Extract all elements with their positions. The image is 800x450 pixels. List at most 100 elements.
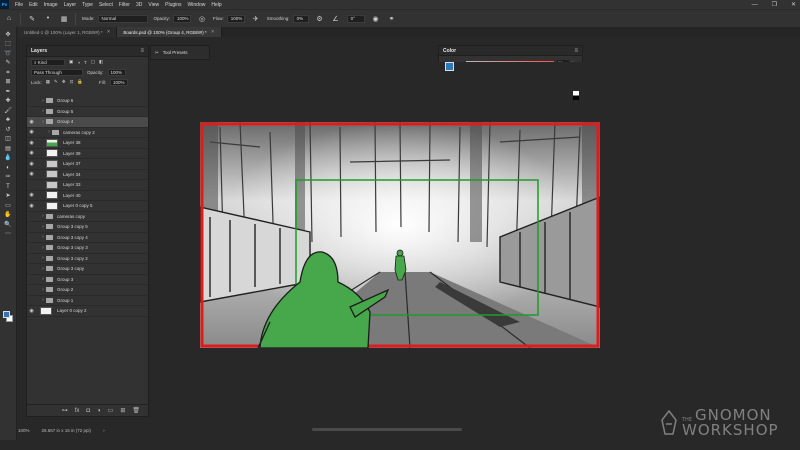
- pressure-opacity-icon[interactable]: ◎: [197, 14, 207, 24]
- layer-row[interactable]: ◉ Layer 37: [27, 159, 148, 170]
- tool-presets-panel[interactable]: ✂ Tool Presets: [150, 45, 210, 60]
- maximize-button[interactable]: ❐: [772, 1, 777, 8]
- new-layer-icon[interactable]: ⊞: [120, 407, 125, 414]
- filter-smart-icon[interactable]: ◧: [99, 59, 103, 65]
- gradient-icon[interactable]: ▤: [3, 145, 13, 153]
- filter-adjust-icon[interactable]: ◑: [77, 60, 80, 65]
- healing-icon[interactable]: ✚: [3, 97, 13, 105]
- pressure-size-icon[interactable]: ◉: [371, 14, 381, 24]
- new-group-icon[interactable]: ▭: [108, 407, 114, 414]
- rectangle-icon[interactable]: ▭: [3, 202, 13, 210]
- close-icon[interactable]: ✕: [107, 29, 111, 35]
- visibility-eye-icon[interactable]: ◉: [27, 203, 36, 209]
- menu-plugins[interactable]: Plugins: [165, 2, 181, 8]
- blur-icon[interactable]: 💧: [3, 154, 13, 162]
- layer-group-row[interactable]: › Group 3 copy 5: [27, 222, 148, 233]
- close-button[interactable]: ✕: [791, 1, 796, 8]
- dodge-icon[interactable]: ◐: [3, 164, 13, 172]
- menu-view[interactable]: View: [148, 2, 159, 8]
- layer-group-row[interactable]: › Group 3 copy 4: [27, 233, 148, 243]
- visibility-eye-icon[interactable]: ◉: [27, 119, 36, 125]
- visibility-eye-icon[interactable]: ◉: [27, 308, 36, 314]
- quick-select-icon[interactable]: ✎: [3, 59, 13, 67]
- menu-layer[interactable]: Layer: [64, 2, 77, 8]
- visibility-eye-icon[interactable]: ◉: [27, 140, 36, 146]
- move-icon[interactable]: ✥: [3, 31, 13, 39]
- adjustment-icon[interactable]: ◑: [97, 408, 101, 414]
- path-select-icon[interactable]: ➤: [3, 192, 13, 200]
- menu-window[interactable]: Window: [188, 2, 206, 8]
- panel-menu-icon[interactable]: ≡: [140, 48, 144, 54]
- brush-preset-icon[interactable]: ✎: [27, 14, 37, 24]
- filter-kind-select[interactable]: ⌕ Kind: [31, 58, 65, 66]
- stamp-icon[interactable]: ♣: [3, 116, 13, 124]
- layers-tab[interactable]: Layers: [31, 48, 47, 54]
- pen-icon[interactable]: ✑: [3, 173, 13, 181]
- layer-row[interactable]: ◉ Layer 39: [27, 149, 148, 159]
- layer-row[interactable]: ◉ Layer 40: [27, 191, 148, 201]
- menu-3d[interactable]: 3D: [136, 2, 142, 8]
- menu-image[interactable]: Image: [44, 2, 58, 8]
- tab-untitled-1[interactable]: Untitled-1 @ 100% (Layer 1, RGB/8#) * ✕: [18, 27, 118, 37]
- layer-group-row[interactable]: › Group 2: [27, 285, 148, 296]
- visibility-eye-icon[interactable]: ◉: [27, 171, 36, 177]
- foreground-color-chip[interactable]: [445, 62, 454, 71]
- zoom-level[interactable]: 100%: [18, 428, 30, 433]
- layer-row[interactable]: ◉ Layer 38: [27, 138, 148, 149]
- layer-group-row[interactable]: › Group 1: [27, 296, 148, 306]
- brush-size-icon[interactable]: •: [43, 14, 53, 24]
- menu-help[interactable]: Help: [211, 2, 221, 8]
- eraser-icon[interactable]: ◫: [3, 135, 13, 143]
- frame-icon[interactable]: ⊠: [3, 78, 13, 86]
- layer-group-row[interactable]: › Group 6: [27, 96, 148, 107]
- symmetry-icon[interactable]: ⚭: [387, 14, 397, 24]
- blend-mode-select[interactable]: Pass Through: [31, 68, 83, 76]
- fx-icon[interactable]: fx: [75, 408, 80, 414]
- tab-boards[interactable]: Boards.psd @ 100% (Group 4, RGB/8#) * ✕: [117, 27, 222, 37]
- brush-settings-icon[interactable]: ▦: [59, 14, 69, 24]
- lock-artboard-icon[interactable]: ⊡: [70, 79, 74, 85]
- menu-edit[interactable]: Edit: [29, 2, 38, 8]
- smoothing-field[interactable]: 0%: [292, 14, 309, 23]
- layer-group-row[interactable]: ◉ › cameras copy 2: [27, 128, 148, 138]
- status-arrow-icon[interactable]: ›: [103, 428, 105, 433]
- fill-field[interactable]: 100%: [109, 78, 128, 86]
- layer-group-row[interactable]: › Group 5: [27, 107, 148, 117]
- lasso-icon[interactable]: ➰: [3, 50, 13, 58]
- brush-icon[interactable]: 🖌: [3, 107, 13, 115]
- home-icon[interactable]: ⌂: [4, 14, 14, 24]
- canvas[interactable]: [199, 121, 601, 349]
- visibility-eye-icon[interactable]: ◉: [27, 161, 36, 167]
- opacity-field[interactable]: 100%: [173, 14, 192, 23]
- lock-paint-icon[interactable]: ✎: [54, 79, 58, 85]
- type-icon[interactable]: T: [3, 183, 13, 191]
- visibility-eye-icon[interactable]: ◉: [27, 129, 36, 135]
- close-icon[interactable]: ✕: [211, 29, 215, 35]
- menu-select[interactable]: Select: [99, 2, 113, 8]
- panel-menu-icon[interactable]: ≡: [574, 48, 578, 54]
- lock-all-icon[interactable]: 🔒: [77, 79, 83, 85]
- layer-row[interactable]: ◉ Layer 34: [27, 170, 148, 180]
- minimize-button[interactable]: —: [752, 2, 758, 8]
- opacity-field[interactable]: 100%: [107, 68, 126, 76]
- angle-field[interactable]: 0°: [346, 14, 365, 23]
- layer-group-row[interactable]: ◉ › Group 4: [27, 117, 148, 128]
- visibility-eye-icon[interactable]: ◉: [27, 192, 36, 198]
- angle-icon[interactable]: ∠: [331, 14, 341, 24]
- color-tab[interactable]: Color: [443, 48, 456, 54]
- hand-icon[interactable]: ✋: [3, 211, 13, 219]
- trash-icon[interactable]: 🗑: [132, 407, 140, 414]
- visibility-eye-icon[interactable]: ◉: [27, 150, 36, 156]
- menu-type[interactable]: Type: [82, 2, 93, 8]
- eyedropper-icon[interactable]: ✒: [3, 88, 13, 96]
- layer-group-row[interactable]: › Group 3 copy 3: [27, 243, 148, 254]
- layer-row[interactable]: Layer 33: [27, 180, 148, 191]
- more-icon[interactable]: ⋯: [3, 230, 13, 238]
- link-icon[interactable]: ⊶: [62, 407, 68, 414]
- crop-icon[interactable]: ⌗: [3, 69, 13, 77]
- lock-move-icon[interactable]: ✥: [62, 79, 66, 85]
- horizontal-scrollbar[interactable]: [312, 428, 462, 431]
- filter-pixel-icon[interactable]: ▣: [69, 59, 73, 65]
- layer-group-row[interactable]: › Group 3 copy 2: [27, 254, 148, 264]
- airbrush-icon[interactable]: ✈: [251, 14, 261, 24]
